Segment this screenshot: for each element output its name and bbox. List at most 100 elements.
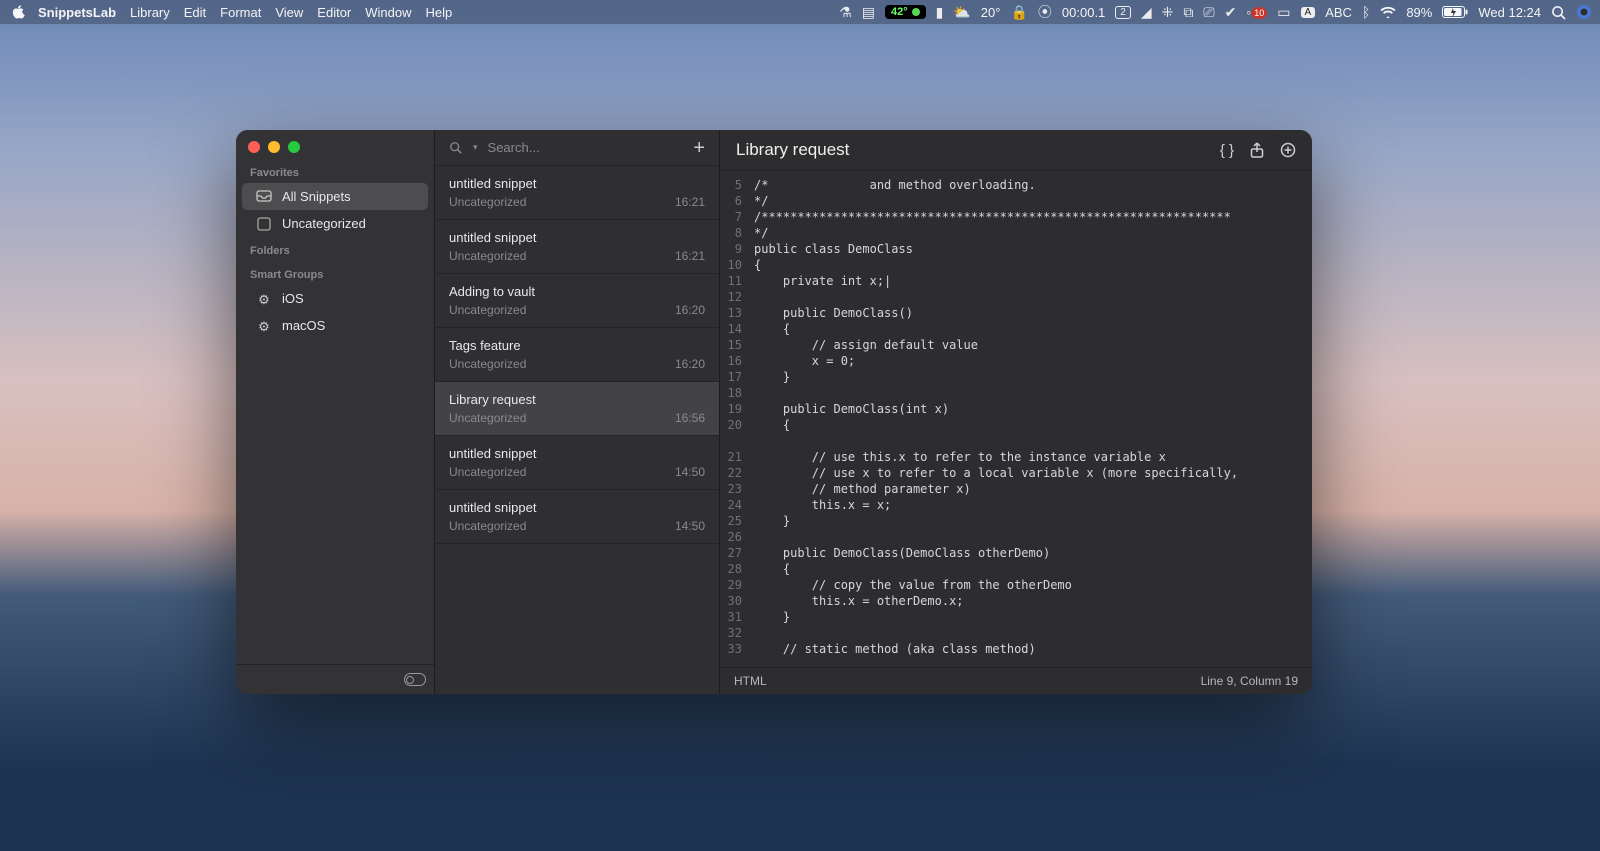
square-icon — [256, 217, 272, 231]
cluster-icon[interactable]: ⁜ — [1162, 4, 1174, 21]
snippet-time: 16:20 — [675, 357, 705, 371]
traffic-lights — [236, 130, 434, 159]
close-button[interactable] — [248, 141, 260, 153]
sidebar-item-label: macOS — [282, 318, 325, 333]
menu-help[interactable]: Help — [426, 5, 453, 20]
snippet-list-panel: ▾ + untitled snippet Uncategorized16:21u… — [435, 130, 720, 694]
snippet-category: Uncategorized — [449, 195, 526, 209]
snippet-title: untitled snippet — [449, 230, 705, 245]
bluetooth-icon[interactable]: ᛒ — [1362, 4, 1370, 20]
camera-icon[interactable]: ⎚ — [1203, 4, 1214, 21]
editor-panel: Library request { } 5 6 7 8 9 10 11 12 1… — [720, 130, 1312, 694]
sidebar-footer — [236, 664, 434, 694]
snippet-row[interactable]: Adding to vault Uncategorized 16:20 — [435, 274, 719, 328]
folders-header: Folders — [236, 237, 434, 261]
snippet-time: 16:20 — [675, 303, 705, 317]
snippet-time: 16:56 — [675, 411, 705, 425]
sidebar: Favorites All Snippets Uncategorized Fol… — [236, 130, 435, 694]
zoom-button[interactable] — [288, 141, 300, 153]
battery-pct[interactable]: 89% — [1406, 5, 1432, 20]
triangle-icon[interactable]: ◢ — [1141, 4, 1152, 21]
smart-groups-header: Smart Groups — [236, 261, 434, 285]
snippet-category: Uncategorized — [449, 465, 526, 479]
gear-icon: ⚙ — [256, 319, 272, 333]
menubar: SnippetsLab Library Edit Format View Edi… — [0, 0, 1600, 24]
code-area[interactable]: 5 6 7 8 9 10 11 12 13 14 15 16 17 18 19 … — [720, 171, 1312, 667]
snippet-category: Uncategorized — [449, 303, 526, 317]
weather-temp[interactable]: 20° — [981, 5, 1001, 20]
snippet-time: 16:21 — [675, 195, 705, 209]
menu-format[interactable]: Format — [220, 5, 261, 20]
code-text[interactable]: /* and method overloading. */ /*********… — [748, 171, 1312, 667]
snippet-title: untitled snippet — [449, 176, 705, 191]
snippet-row[interactable]: untitled snippet Uncategorized 16:21 — [435, 166, 719, 220]
siri-icon[interactable] — [1576, 4, 1592, 20]
airplay-icon[interactable]: ▭ — [1277, 4, 1290, 21]
record-icon[interactable]: ⦿ — [1038, 2, 1052, 22]
braces-icon[interactable]: { } — [1220, 142, 1234, 159]
menu-library[interactable]: Library — [130, 5, 170, 20]
snippet-title: untitled snippet — [449, 446, 705, 461]
search-input[interactable] — [488, 140, 684, 155]
lock-icon[interactable]: 🔒 — [1010, 4, 1027, 21]
input-lang[interactable]: ABC — [1325, 5, 1352, 20]
menu-editor[interactable]: Editor — [317, 5, 351, 20]
sidebar-item-all-snippets[interactable]: All Snippets — [242, 183, 428, 210]
dropbox-icon[interactable]: ⧉ — [1183, 4, 1193, 21]
timer[interactable]: 00:00.1 — [1062, 5, 1105, 20]
search-icon[interactable] — [449, 141, 463, 155]
check-icon[interactable]: ✔ — [1225, 4, 1237, 21]
snippet-time: 14:50 — [675, 465, 705, 479]
add-snippet-button[interactable]: + — [693, 142, 705, 154]
snippet-row[interactable]: Library request Uncategorized16:56 — [435, 382, 719, 436]
menu-window[interactable]: Window — [365, 5, 411, 20]
share-icon[interactable] — [1250, 142, 1264, 159]
snippet-title: Library request — [449, 392, 705, 407]
menubar-right: ⚗ ▤ 42° ▮ ⛅ 20° 🔒 ⦿ 00:00.1 2 ◢ ⁜ ⧉ ⎚ ✔ … — [839, 2, 1592, 22]
clock[interactable]: Wed 12:24 — [1478, 5, 1541, 20]
favorites-header: Favorites — [236, 159, 434, 183]
weather-icon[interactable]: ⛅ — [953, 4, 970, 21]
gear-icon: ⚙ — [256, 292, 272, 306]
snippet-list[interactable]: untitled snippet Uncategorized 16:21 untit… — [435, 166, 719, 694]
doc-icon[interactable]: ▤ — [862, 4, 875, 21]
tray-icon — [256, 190, 272, 204]
add-fragment-button[interactable] — [1280, 142, 1296, 159]
sidebar-item-label: Uncategorized — [282, 216, 366, 231]
caps-icon[interactable]: A — [1301, 7, 1316, 18]
windows-count[interactable]: 2 — [1115, 6, 1131, 19]
snippet-row[interactable]: untitled snippet Uncategorized 14:50 — [435, 436, 719, 490]
minimize-button[interactable] — [268, 141, 280, 153]
snippet-category: Uncategorized — [449, 249, 526, 263]
menu-view[interactable]: View — [275, 5, 303, 20]
snippet-category: Uncategorized — [449, 357, 526, 371]
editor-title[interactable]: Library request — [736, 140, 1220, 160]
snippet-row[interactable]: untitled snippet Uncategorized16:21 — [435, 220, 719, 274]
chevron-down-icon[interactable]: ▾ — [473, 142, 478, 153]
snippet-time: 14:50 — [675, 519, 705, 533]
sidebar-toggle[interactable] — [404, 673, 426, 686]
editor-footer: HTML Line 9, Column 19 — [720, 667, 1312, 694]
spotlight-icon[interactable] — [1551, 5, 1566, 20]
cursor-status: Line 9, Column 19 — [1201, 674, 1298, 688]
snippet-row[interactable]: Tags feature Uncategorized 16:20 — [435, 328, 719, 382]
snippet-title: Tags feature — [449, 338, 705, 353]
menu-edit[interactable]: Edit — [184, 5, 206, 20]
sidebar-item-macos[interactable]: ⚙ macOS — [242, 312, 428, 339]
sidebar-item-ios[interactable]: ⚙ iOS — [242, 285, 428, 312]
battery-icon[interactable] — [1442, 6, 1468, 18]
snippet-category: Uncategorized — [449, 519, 526, 533]
dongle-icon[interactable]: ▮ — [936, 4, 944, 21]
snippet-title: Adding to vault — [449, 284, 705, 299]
apple-icon[interactable] — [12, 5, 28, 19]
search-row: ▾ + — [435, 130, 719, 166]
flask-icon[interactable]: ⚗ — [839, 4, 852, 21]
sidebar-item-uncategorized[interactable]: Uncategorized — [242, 210, 428, 237]
cpu-temp-badge[interactable]: 42° — [885, 5, 926, 19]
snippet-row[interactable]: untitled snippet Uncategorized14:50 — [435, 490, 719, 544]
language-label[interactable]: HTML — [734, 674, 767, 688]
notif-icon[interactable]: ◦10 — [1246, 4, 1267, 20]
wifi-icon[interactable] — [1380, 6, 1396, 18]
app-name[interactable]: SnippetsLab — [38, 5, 116, 20]
app-window: Favorites All Snippets Uncategorized Fol… — [236, 130, 1312, 694]
